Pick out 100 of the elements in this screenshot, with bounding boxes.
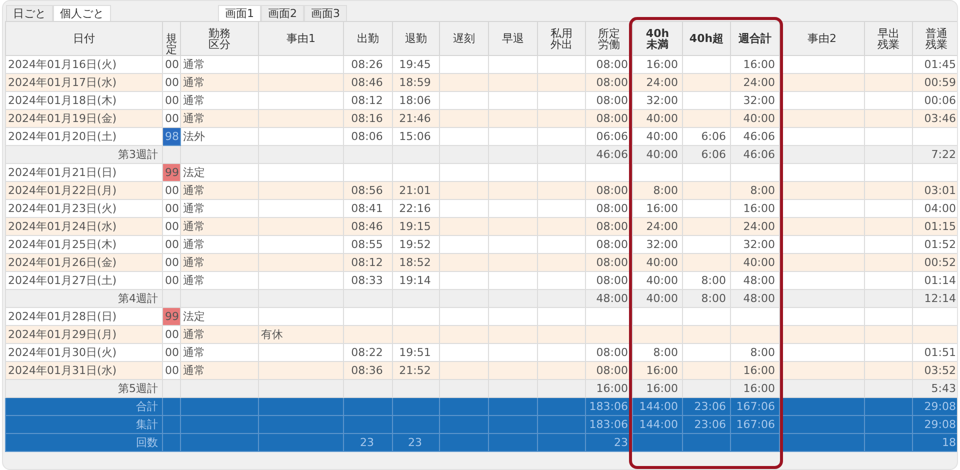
- table-cell: 167:06: [730, 398, 780, 416]
- table-cell: 32:00: [632, 92, 682, 110]
- table-cell: 6:06: [682, 128, 730, 146]
- table-cell: 40:00: [730, 254, 780, 272]
- table-cell: 第5週計: [6, 380, 162, 398]
- table-cell: 16:00: [632, 380, 682, 398]
- table-cell: 18: [912, 434, 957, 452]
- table-cell: 法外: [180, 128, 258, 146]
- table-cell: 00:06: [912, 92, 957, 110]
- column-header: 40h超: [682, 22, 730, 56]
- table-cell: 32:00: [632, 236, 682, 254]
- table-cell: 00:52: [912, 254, 957, 272]
- table-cell: 2024年01月18日(木): [6, 92, 162, 110]
- table-cell: 167:06: [730, 416, 780, 434]
- table-cell: 08:33: [344, 272, 392, 290]
- table-cell: 23: [344, 434, 392, 452]
- table-cell: 24:00: [632, 74, 682, 92]
- table-cell: 2024年01月16日(火): [6, 56, 162, 74]
- column-header: 事由2: [780, 22, 864, 56]
- table-cell: 通常: [180, 362, 258, 380]
- table-cell: 01:51: [912, 344, 957, 362]
- table-cell: 18:59: [392, 74, 440, 92]
- table-cell: 2024年01月19日(金): [6, 110, 162, 128]
- view-tab[interactable]: 日ごと: [6, 5, 53, 21]
- table-cell: 2024年01月28日(日): [6, 308, 162, 326]
- table-cell: 08:36: [344, 362, 392, 380]
- column-header: 40h未満: [632, 22, 682, 56]
- table-cell: 08:26: [344, 56, 392, 74]
- table-cell: 40:00: [730, 110, 780, 128]
- table-cell: 00:59: [912, 74, 957, 92]
- screen-tab[interactable]: 画面2: [261, 5, 304, 21]
- table-cell: 08:56: [344, 182, 392, 200]
- table-cell: 40:00: [632, 254, 682, 272]
- table-cell: 8:00: [632, 182, 682, 200]
- table-cell: 01:15: [912, 218, 957, 236]
- table-cell: 16:00: [632, 362, 682, 380]
- table-cell: 08:12: [344, 254, 392, 272]
- table-cell: 48:00: [730, 272, 780, 290]
- table-cell: 16:00: [730, 56, 780, 74]
- table-cell: 通常: [180, 218, 258, 236]
- table-cell: 通常: [180, 326, 258, 344]
- table-cell: 2024年01月31日(水): [6, 362, 162, 380]
- table-cell: 18:06: [392, 92, 440, 110]
- table-cell: 16:00: [632, 200, 682, 218]
- table-cell: 24:00: [632, 218, 682, 236]
- screen-tab[interactable]: 画面3: [304, 5, 347, 21]
- table-cell: 2024年01月25日(木): [6, 236, 162, 254]
- table-cell: 2024年01月30日(火): [6, 344, 162, 362]
- column-header: 早退: [488, 22, 538, 56]
- table-cell: 46:06: [730, 146, 780, 164]
- table-cell: 6:06: [682, 146, 730, 164]
- table-cell: 通常: [180, 236, 258, 254]
- table-cell: 2024年01月24日(水): [6, 218, 162, 236]
- table-cell: 03:52: [912, 362, 957, 380]
- table-cell: 合計: [6, 398, 162, 416]
- table-cell: 19:14: [392, 272, 440, 290]
- table-cell: 7:22: [912, 146, 957, 164]
- table-cell: 40:00: [632, 110, 682, 128]
- table-cell: 01:52: [912, 236, 957, 254]
- table-cell: 16:00: [730, 200, 780, 218]
- screen-tab[interactable]: 画面1: [218, 5, 261, 21]
- table-cell: 2024年01月20日(土): [6, 128, 162, 146]
- table-cell: 通常: [180, 272, 258, 290]
- view-tab[interactable]: 個人ごと: [53, 5, 111, 21]
- table-cell: 40:00: [632, 290, 682, 308]
- table-cell: 通常: [180, 56, 258, 74]
- table-cell: 08:06: [344, 128, 392, 146]
- table-cell: 08:12: [344, 92, 392, 110]
- table-cell: 32:00: [730, 92, 780, 110]
- table-cell: 46:06: [730, 128, 780, 146]
- table-cell: 第3週計: [6, 146, 162, 164]
- table-cell: 08:46: [344, 218, 392, 236]
- table-cell: 01:45: [912, 56, 957, 74]
- table-cell: 08:41: [344, 200, 392, 218]
- table-cell: 03:01: [912, 182, 957, 200]
- column-header: 規定: [162, 22, 180, 56]
- table-cell: 2024年01月23日(火): [6, 200, 162, 218]
- table-cell: 32:00: [730, 236, 780, 254]
- table-cell: 48:00: [730, 290, 780, 308]
- table-cell: 回数: [6, 434, 162, 452]
- table-cell: 21:46: [392, 110, 440, 128]
- table-cell: 40:00: [632, 272, 682, 290]
- table-cell: 通常: [180, 92, 258, 110]
- table-cell: 144:00: [632, 416, 682, 434]
- table-cell: 2024年01月26日(金): [6, 254, 162, 272]
- table-cell: 8:00: [682, 272, 730, 290]
- table-cell: 8:00: [632, 344, 682, 362]
- table-cell: 23:06: [682, 398, 730, 416]
- table-cell: 通常: [180, 182, 258, 200]
- column-header: 所定労働: [586, 22, 632, 56]
- table-cell: 2024年01月21日(日): [6, 164, 162, 182]
- table-cell: 通常: [180, 344, 258, 362]
- table-cell: 40:00: [632, 146, 682, 164]
- table-cell: 24:00: [730, 218, 780, 236]
- table-cell: 通常: [180, 254, 258, 272]
- table-cell: 01:14: [912, 272, 957, 290]
- column-header: 退勤: [392, 22, 440, 56]
- table-cell: 通常: [180, 200, 258, 218]
- table-cell: 16:00: [632, 56, 682, 74]
- table-cell: 144:00: [632, 398, 682, 416]
